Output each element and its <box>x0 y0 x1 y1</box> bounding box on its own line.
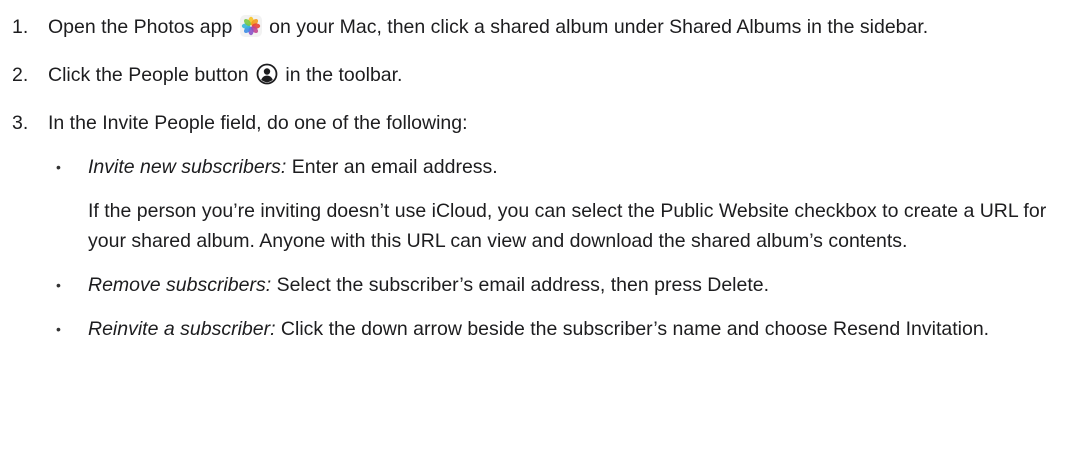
photos-app-icon <box>239 15 262 46</box>
option-label: Remove subscribers: <box>88 274 272 296</box>
step-text: In the Invite People field, do one of th… <box>48 112 468 134</box>
option-text: Click the down arrow beside the subscrib… <box>280 318 990 340</box>
step-number: 2. <box>12 64 29 86</box>
option-remove-subscribers: • Remove subscribers: Select the subscri… <box>48 270 1048 300</box>
step-text-start: Open the Photos app <box>48 16 233 38</box>
step-3: 3. In the Invite People field, do one of… <box>0 108 1053 344</box>
option-text: Enter an email address. <box>291 156 498 178</box>
step-text-start: Click the People button <box>48 64 249 86</box>
step-number: 3. <box>12 112 29 134</box>
step-number: 1. <box>12 16 29 38</box>
option-invite-new-subscribers: • Invite new subscribers: Enter an email… <box>48 152 1048 256</box>
option-text: Select the subscriber’s email address, t… <box>276 274 770 296</box>
option-reinvite-subscriber: • Reinvite a subscriber: Click the down … <box>48 314 1048 344</box>
option-note: If the person you’re inviting doesn’t us… <box>88 200 1047 252</box>
step-1: 1. Open the Photos app on your Mac, then… <box>0 12 1053 46</box>
step-2: 2. Click the People button in the toolba… <box>0 60 1053 94</box>
step-text-end: in the toolbar. <box>285 64 403 86</box>
people-button-icon <box>256 63 278 94</box>
step-text-end: on your Mac, then click a shared album u… <box>269 16 929 38</box>
option-label: Invite new subscribers: <box>88 156 287 178</box>
bullet-marker: • <box>56 321 61 337</box>
bullet-marker: • <box>56 159 61 175</box>
option-label: Reinvite a subscriber: <box>88 318 276 340</box>
instruction-steps: 1. Open the Photos app on your Mac, then… <box>0 0 1081 344</box>
option-list: • Invite new subscribers: Enter an email… <box>48 152 1053 344</box>
bullet-marker: • <box>56 277 61 293</box>
